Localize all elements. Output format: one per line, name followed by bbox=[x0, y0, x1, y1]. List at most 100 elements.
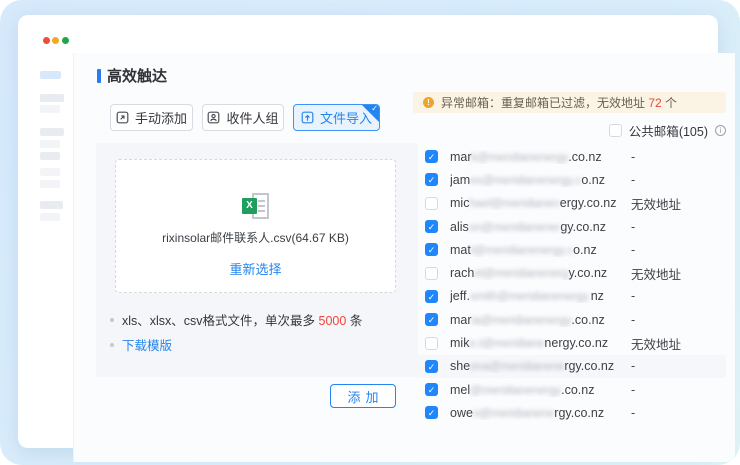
email-row[interactable]: ✓sheena@meridianenergy.co.nz- bbox=[418, 355, 726, 378]
email-address: james@meridianenergy.co.nz bbox=[450, 173, 631, 187]
window-minimize-dot[interactable] bbox=[52, 37, 59, 44]
row-checkbox-checked[interactable]: ✓ bbox=[425, 313, 438, 326]
tab-label: 手动添加 bbox=[135, 108, 187, 127]
email-suffix: rgy.co.nz bbox=[554, 406, 604, 420]
email-prefix: owe bbox=[450, 406, 473, 420]
email-status: - bbox=[631, 173, 635, 187]
email-prefix: mic bbox=[450, 196, 469, 210]
file-dropzone[interactable]: X rixinsolar邮件联系人.csv(64.67 KB) 重新选择 bbox=[115, 159, 396, 293]
email-address: mel@meridianenergy.co.nz bbox=[450, 383, 631, 397]
email-prefix: mel bbox=[450, 383, 470, 397]
tab-file-import[interactable]: 文件导入 ✓ bbox=[293, 104, 380, 131]
download-template-link[interactable]: 下载模版 bbox=[122, 335, 172, 354]
info-icon[interactable]: i bbox=[715, 125, 726, 136]
email-address: rachel@meridianenergy.co.nz bbox=[450, 266, 631, 280]
email-suffix: nz bbox=[591, 289, 604, 303]
sidebar-item-placeholder bbox=[40, 168, 60, 176]
email-suffix: .co.nz bbox=[571, 313, 604, 327]
email-redacted: on@meridianener bbox=[469, 222, 561, 234]
reselect-link[interactable]: 重新选择 bbox=[229, 259, 281, 278]
excel-file-icon: X bbox=[242, 193, 269, 220]
row-checkbox-checked[interactable]: ✓ bbox=[425, 150, 438, 163]
download-template-row: 下载模版 bbox=[110, 335, 172, 354]
row-checkbox-checked[interactable]: ✓ bbox=[425, 406, 438, 419]
email-row[interactable]: ✓ james@meridianenergy.co.nz- bbox=[418, 168, 726, 191]
email-status: 无效地址 bbox=[631, 334, 681, 353]
email-prefix: mik bbox=[450, 336, 469, 350]
email-suffix: rgy.co.nz bbox=[564, 359, 614, 373]
warning-icon: ! bbox=[423, 97, 434, 108]
email-suffix: o.nz bbox=[573, 243, 597, 257]
add-button[interactable]: 添加 bbox=[330, 384, 396, 408]
email-row[interactable]: ✓jeff.smith@meridianenergy.nz- bbox=[418, 285, 726, 308]
email-row[interactable]: ✓mark@meridianenergy.co.nz- bbox=[418, 145, 726, 168]
email-prefix: mat bbox=[450, 243, 471, 257]
email-row[interactable]: ✓ owen@meridianenergy.co.nz - bbox=[418, 401, 726, 424]
row-checkbox-checked[interactable]: ✓ bbox=[425, 243, 438, 256]
email-prefix: alis bbox=[450, 220, 469, 234]
email-redacted: n@meridianene bbox=[473, 408, 554, 420]
email-prefix: jeff. bbox=[450, 289, 470, 303]
row-checkbox-unchecked[interactable] bbox=[425, 197, 438, 210]
sidebar-item-placeholder bbox=[40, 152, 60, 160]
row-checkbox-checked[interactable]: ✓ bbox=[425, 360, 438, 373]
email-redacted: ena@meridianene bbox=[470, 361, 564, 373]
sidebar-item-placeholder bbox=[40, 128, 64, 136]
email-status: - bbox=[631, 289, 635, 303]
sidebar-item-placeholder bbox=[40, 140, 60, 148]
email-status: - bbox=[631, 220, 635, 234]
sidebar-item-placeholder bbox=[40, 105, 60, 113]
row-checkbox-checked[interactable]: ✓ bbox=[425, 383, 438, 396]
tab-manual-add[interactable]: 手动添加 bbox=[110, 104, 193, 131]
sidebar-item-active-placeholder bbox=[40, 71, 61, 79]
email-status: - bbox=[631, 383, 635, 397]
email-status: 无效地址 bbox=[631, 264, 681, 283]
email-redacted: k@meridianenergy bbox=[472, 152, 569, 164]
window-zoom-dot[interactable] bbox=[62, 37, 69, 44]
email-suffix: y.co.nz bbox=[568, 266, 607, 280]
email-suffix: gy.co.nz bbox=[560, 220, 606, 234]
email-address: michael@meridianenergy.co.nz bbox=[450, 196, 631, 210]
email-redacted: ia@meridianenergy bbox=[472, 315, 572, 327]
row-checkbox-unchecked[interactable] bbox=[425, 267, 438, 280]
email-row[interactable]: michael@meridianenergy.co.nz无效地址 bbox=[418, 192, 726, 215]
public-mailbox-checkbox[interactable] bbox=[609, 124, 622, 137]
row-checkbox-checked[interactable]: ✓ bbox=[425, 290, 438, 303]
row-checkbox-checked[interactable]: ✓ bbox=[425, 173, 438, 186]
tab-recipient-group[interactable]: 收件人组 bbox=[202, 104, 284, 131]
email-row[interactable]: ✓maria@meridianenergy.co.nz- bbox=[418, 308, 726, 331]
email-row[interactable]: mike.t@meridianenergy.co.nz无效地址 bbox=[418, 331, 726, 354]
email-address: maria@meridianenergy.co.nz bbox=[450, 313, 631, 327]
email-redacted: el@meridianenerg bbox=[474, 268, 568, 280]
email-suffix: .co.nz bbox=[561, 383, 594, 397]
page-background: 高效触达 手动添加 收件人组 bbox=[0, 0, 740, 465]
bullet-dot bbox=[110, 343, 114, 347]
recipient-group-icon bbox=[207, 111, 220, 124]
email-address: sheena@meridianenergy.co.nz bbox=[450, 359, 631, 373]
sidebar-item-placeholder bbox=[40, 201, 63, 209]
row-checkbox-checked[interactable]: ✓ bbox=[425, 220, 438, 233]
email-redacted: smith@meridianenergy. bbox=[470, 291, 591, 303]
row-checkbox-unchecked[interactable] bbox=[425, 337, 438, 350]
email-list: ✓mark@meridianenergy.co.nz-✓james@meridi… bbox=[418, 145, 726, 425]
email-suffix: ergy.co.nz bbox=[560, 196, 617, 210]
window-close-dot[interactable] bbox=[43, 37, 50, 44]
email-status: - bbox=[631, 406, 635, 420]
upload-panel: X rixinsolar邮件联系人.csv(64.67 KB) 重新选择 xls… bbox=[96, 143, 418, 377]
file-import-icon bbox=[301, 111, 314, 124]
email-row[interactable]: ✓mel@meridianenergy.co.nz- bbox=[418, 378, 726, 401]
email-redacted: hael@meridianen bbox=[469, 198, 559, 210]
email-address: jeff.smith@meridianenergy.nz bbox=[450, 289, 631, 303]
email-prefix: mar bbox=[450, 313, 472, 327]
email-prefix: she bbox=[450, 359, 470, 373]
sidebar-item-placeholder bbox=[40, 213, 60, 221]
manual-add-icon bbox=[116, 111, 129, 124]
bullet-dot bbox=[110, 318, 114, 322]
format-note: xls、xlsx、csv格式文件，单次最多 5000 条 bbox=[110, 310, 362, 329]
abnormal-mailbox-alert: ! 异常邮箱：重复邮箱已过滤，无效地址 72 个 bbox=[413, 92, 726, 113]
email-row[interactable]: ✓ alison@meridianenergy.co.nz - bbox=[418, 215, 726, 238]
email-status: - bbox=[631, 243, 635, 257]
email-row[interactable]: rachel@meridianenergy.co.nz无效地址 bbox=[418, 261, 726, 284]
email-row[interactable]: ✓matt@meridianenergy.co.nz- bbox=[418, 238, 726, 261]
email-redacted: @meridianenergy bbox=[470, 385, 561, 397]
